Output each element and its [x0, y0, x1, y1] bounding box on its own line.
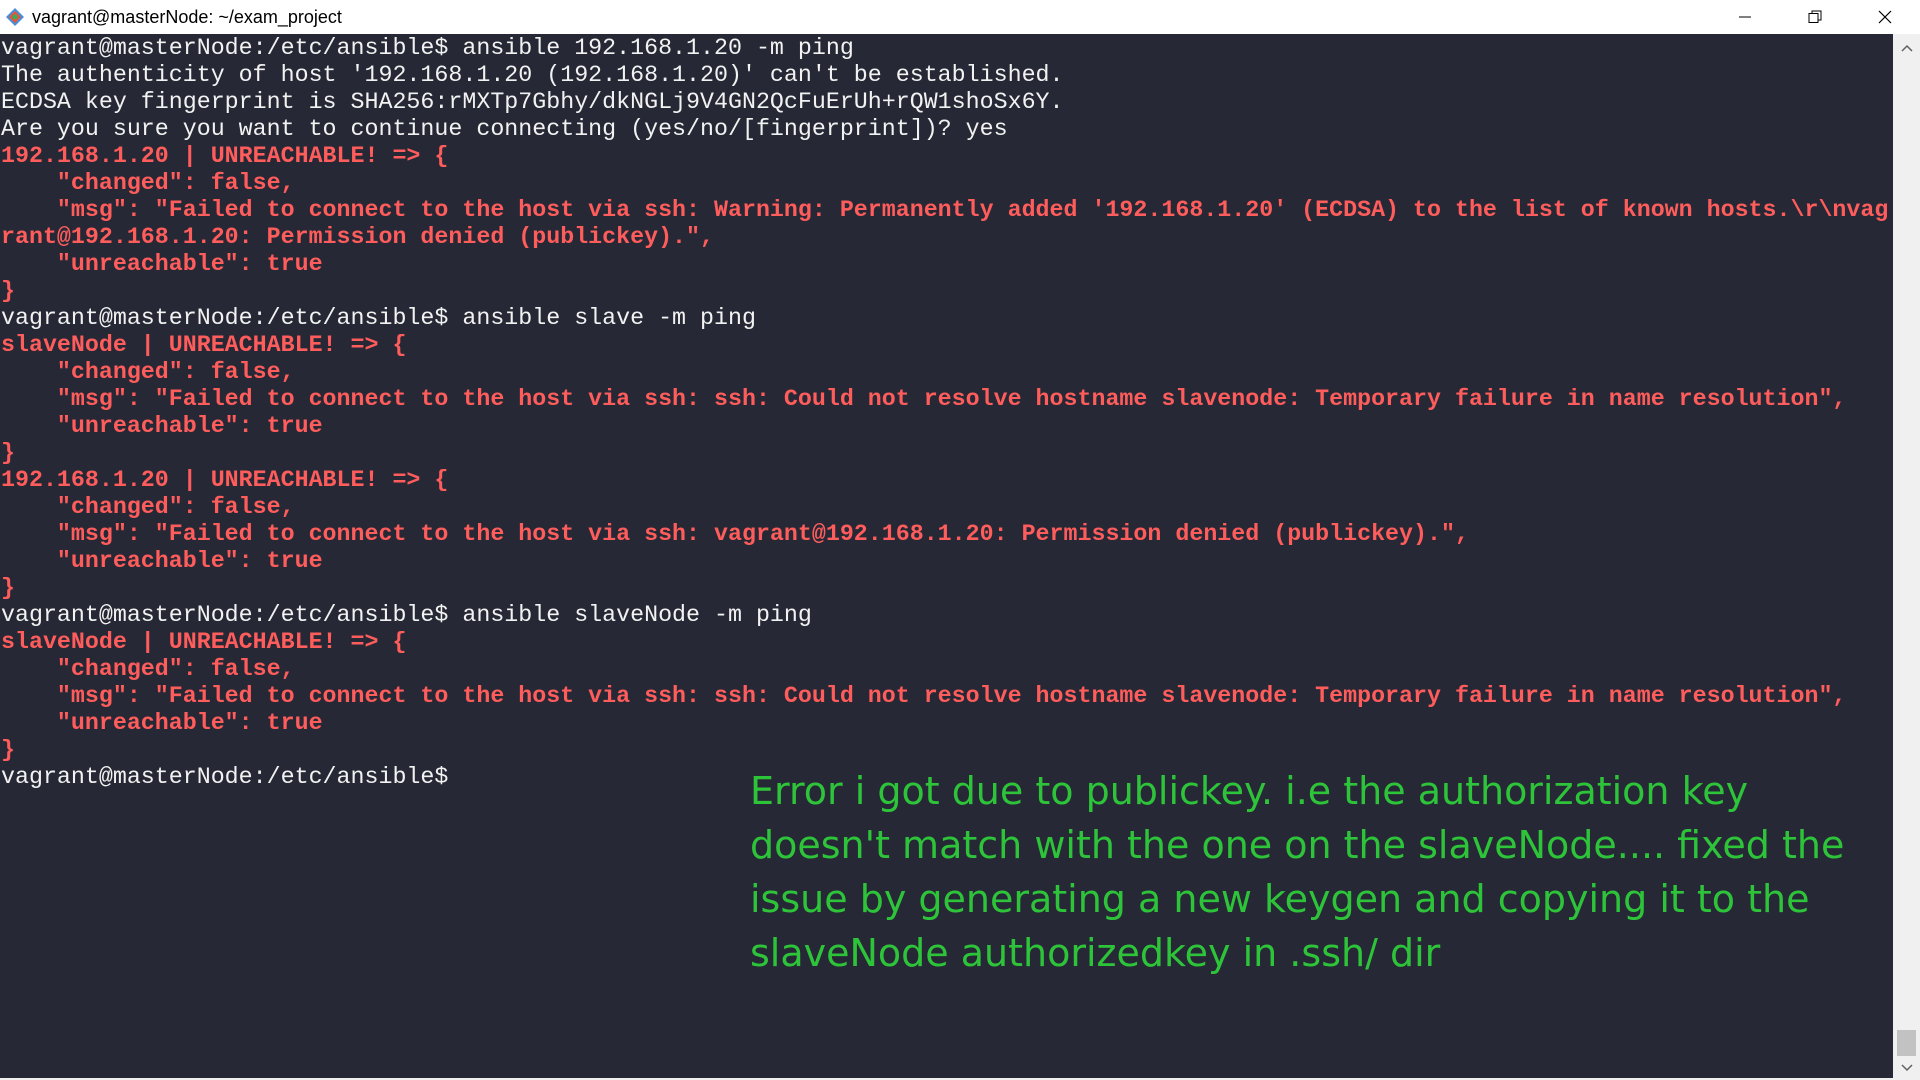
terminal-line: } [1, 278, 15, 304]
terminal-line: vagrant@masterNode:/etc/ansible$ ansible… [1, 602, 812, 628]
terminal-line: "msg": "Failed to connect to the host vi… [1, 386, 1847, 412]
terminal-line: "unreachable": true [1, 710, 323, 736]
terminal-line: rant@192.168.1.20: Permission denied (pu… [1, 224, 715, 250]
terminal-line: "changed": false, [1, 359, 295, 385]
terminal-line: "msg": "Failed to connect to the host vi… [1, 683, 1847, 709]
minimize-icon [1739, 16, 1751, 18]
minimize-button[interactable] [1710, 0, 1780, 34]
terminal-line: } [1, 737, 15, 763]
window-controls [1710, 0, 1920, 34]
close-icon [1878, 10, 1892, 24]
restore-button[interactable] [1780, 0, 1850, 34]
chevron-up-icon [1900, 44, 1913, 52]
terminal-line: "changed": false, [1, 494, 295, 520]
terminal-line: Are you sure you want to continue connec… [1, 116, 1008, 142]
annotation-note: Error i got due to publickey. i.e the au… [750, 769, 1845, 975]
terminal-line: slaveNode | UNREACHABLE! => { [1, 629, 407, 655]
terminal-line: "msg": "Failed to connect to the host vi… [1, 521, 1469, 547]
terminal-line: "unreachable": true [1, 251, 323, 277]
window-title: vagrant@masterNode: ~/exam_project [32, 6, 342, 27]
terminal-line: "unreachable": true [1, 548, 323, 574]
terminal-line: vagrant@masterNode:/etc/ansible$ [1, 764, 449, 790]
scrollbar-thumb[interactable] [1897, 1030, 1916, 1056]
terminal-line: vagrant@masterNode:/etc/ansible$ ansible… [1, 305, 756, 331]
scroll-up-button[interactable] [1893, 38, 1920, 58]
terminal-line: "changed": false, [1, 656, 295, 682]
terminal-line: The authenticity of host '192.168.1.20 (… [1, 62, 1064, 88]
chevron-down-icon [1900, 1064, 1913, 1072]
terminal-line: "changed": false, [1, 170, 295, 196]
terminal-line: slaveNode | UNREACHABLE! => { [1, 332, 407, 358]
terminal-line: } [1, 575, 15, 601]
title-bar[interactable]: vagrant@masterNode: ~/exam_project [0, 0, 1920, 34]
close-button[interactable] [1850, 0, 1920, 34]
terminal-line: ECDSA key fingerprint is SHA256:rMXTp7Gb… [1, 89, 1064, 115]
restore-icon [1808, 10, 1822, 23]
terminal-line: } [1, 440, 15, 466]
terminal-line: "unreachable": true [1, 413, 323, 439]
terminal-line: 192.168.1.20 | UNREACHABLE! => { [1, 467, 449, 493]
vertical-scrollbar[interactable] [1893, 34, 1920, 1080]
terminal-window: vagrant@masterNode: ~/exam_project vagra… [0, 0, 1920, 1080]
terminal-line: 192.168.1.20 | UNREACHABLE! => { [1, 143, 449, 169]
git-bash-icon [4, 6, 26, 28]
scroll-down-button[interactable] [1893, 1058, 1920, 1078]
terminal-line: "msg": "Failed to connect to the host vi… [1, 197, 1889, 223]
terminal-line: vagrant@masterNode:/etc/ansible$ ansible… [1, 35, 854, 61]
